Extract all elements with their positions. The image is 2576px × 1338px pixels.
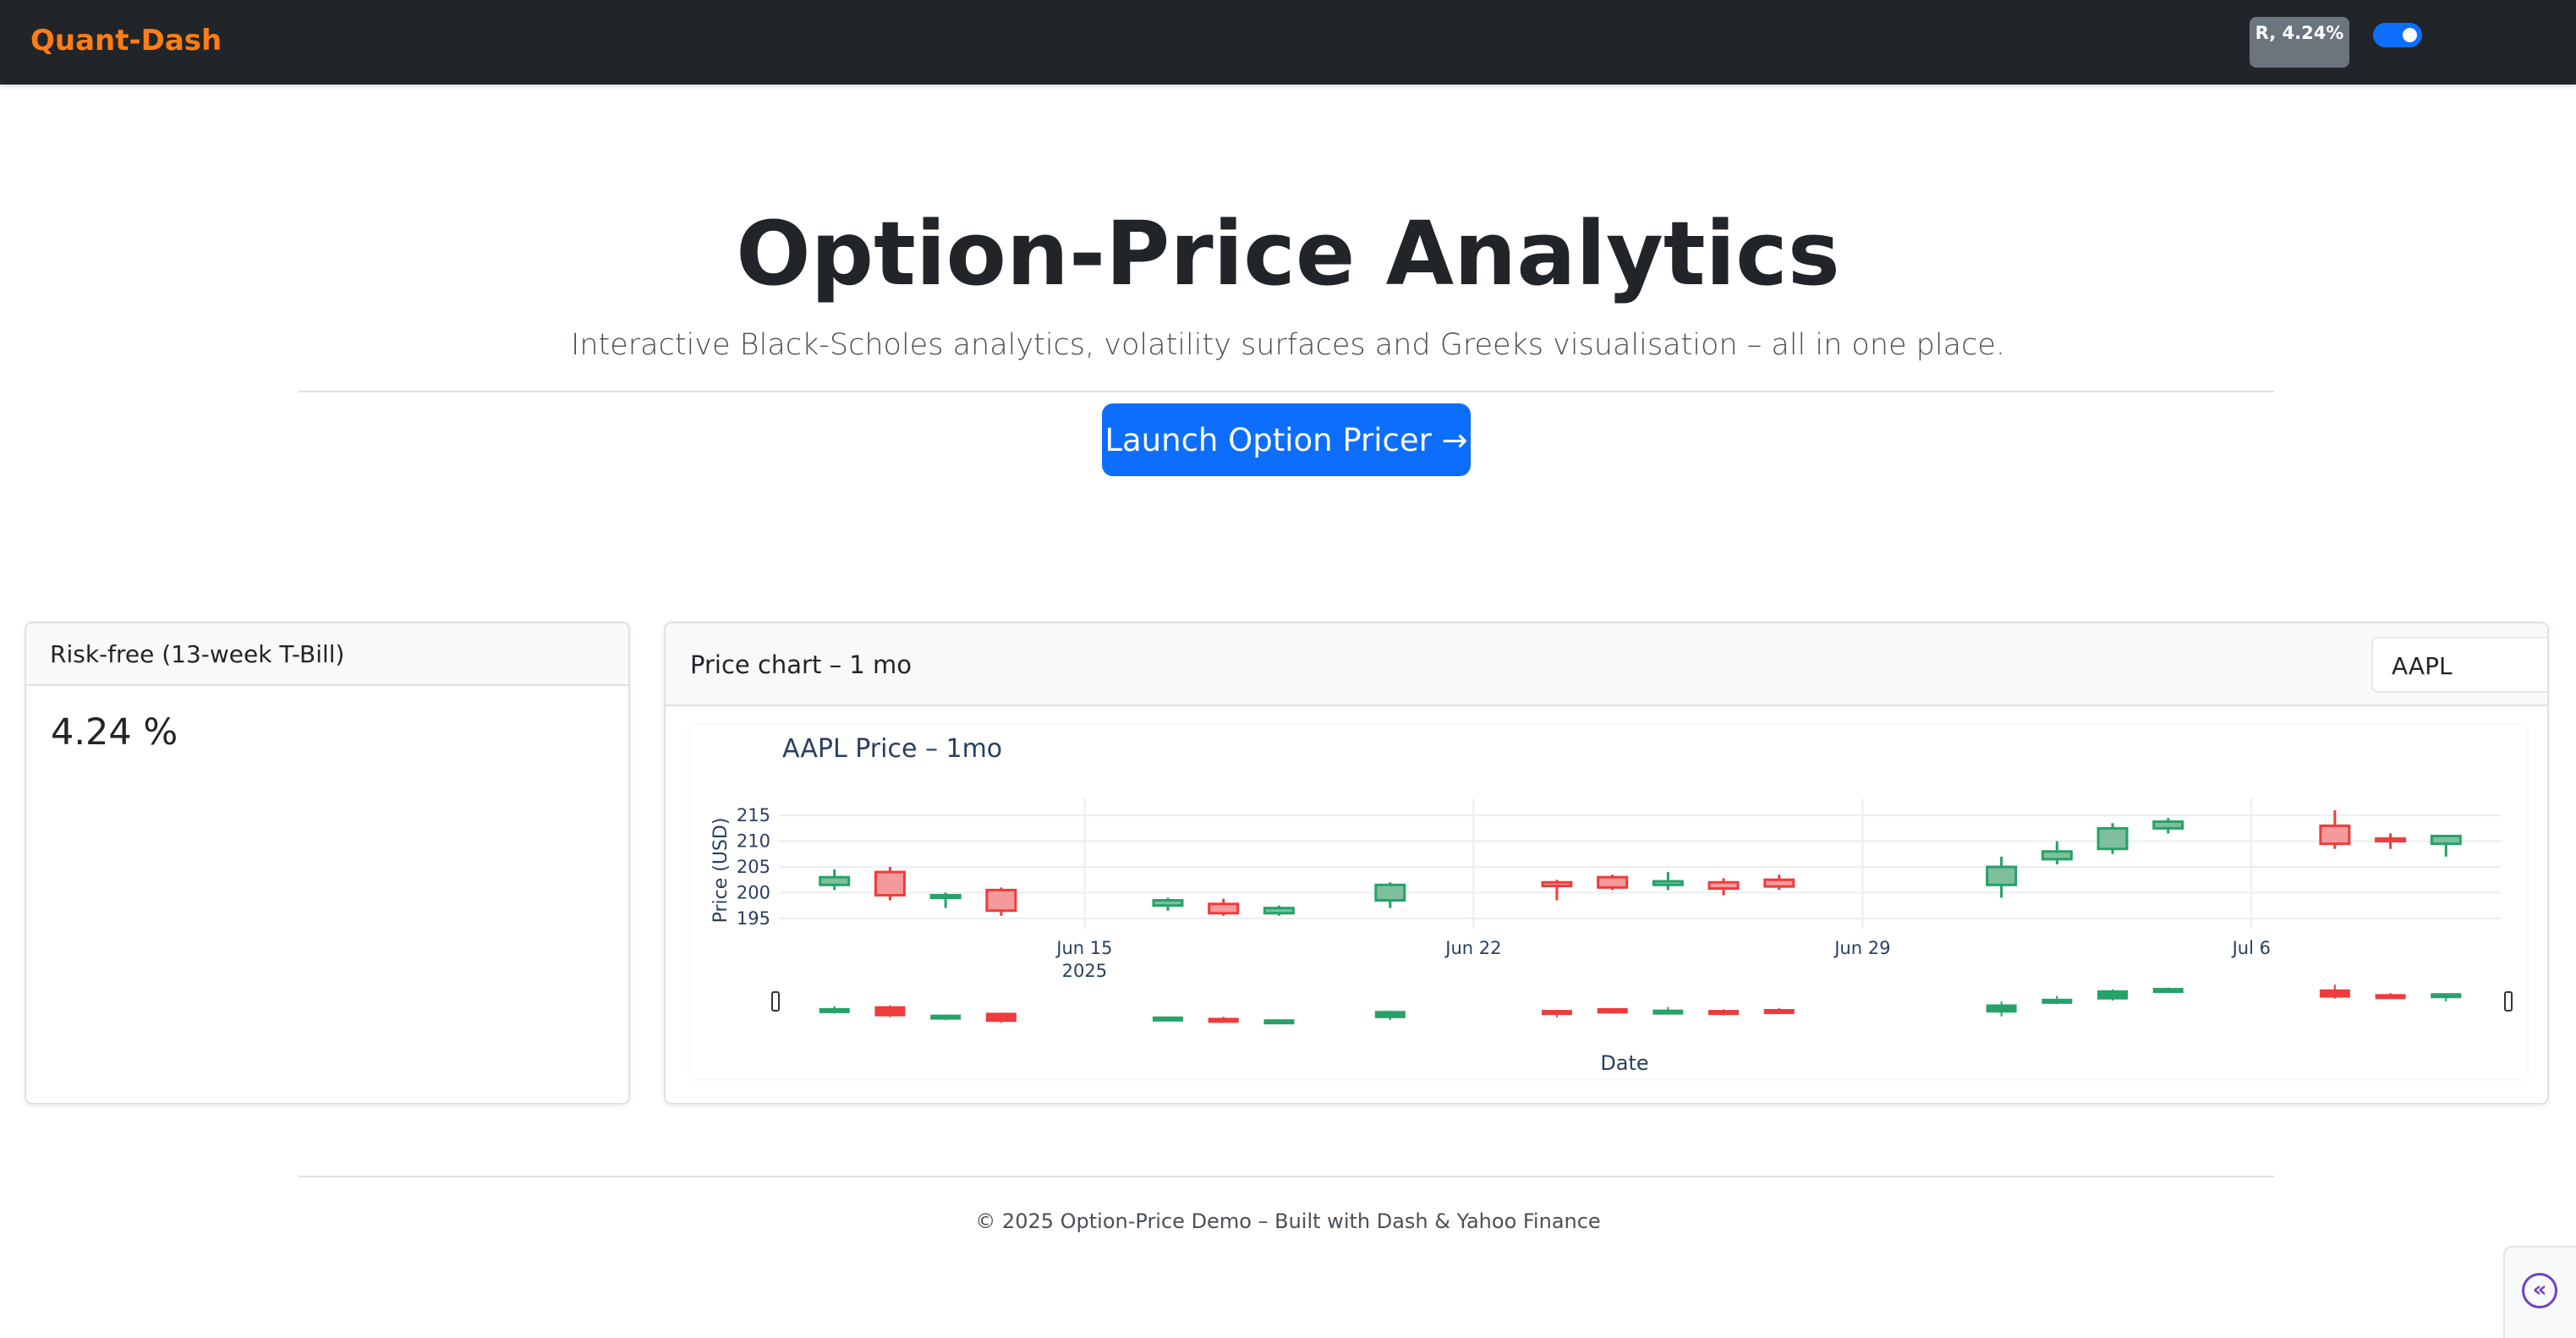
range-slider-right-handle [2504,991,2513,1012]
risk-free-card: Risk-free (13-week T-Bill) 4.24 % [25,622,630,1105]
slider-candle-body [2097,990,2129,1000]
slider-candle-body [1652,1009,1684,1015]
slider-candle-body [1708,1010,1740,1016]
theme-toggle[interactable] [2373,23,2422,47]
slider-candle-body [1263,1019,1295,1025]
footer-text: © 2025 Option-Price Demo – Built with Da… [975,1209,1601,1233]
candle-body [2319,824,2351,846]
x-tick-label: Jul 6 [2231,938,2271,958]
x-tick-label: Jun 22 [1444,938,1501,958]
price-chart-card-title: Price chart – 1 mo [690,650,912,679]
candle-body [2041,850,2073,861]
slider-candle-body [2152,988,2184,994]
slider-candle-body [2319,989,2350,998]
slider-candle-body [1763,1009,1795,1015]
slider-candle-body [1597,1007,1628,1014]
risk-free-rate-badge: R, 4.24% [2250,17,2349,68]
chart-title: AAPL Price – 1mo [782,734,1002,764]
y-tick-label: 205 [737,857,770,877]
navbar: Quant-Dash R, 4.24% [0,0,2576,85]
ticker-input[interactable]: AAPL [2371,637,2547,693]
candle-body [2430,835,2462,846]
slider-candle-body [985,1012,1017,1023]
brand-logo[interactable]: Quant-Dash [30,24,222,58]
y-tick-label: 200 [737,882,770,902]
y-axis-label: Price (USD) [710,818,732,924]
slider-candle-body [1986,1004,2017,1013]
candle-body [929,893,962,899]
slider-candle-body [2042,998,2073,1004]
candle-body [985,888,1017,913]
candle-body [1652,880,1684,886]
slider-candle-body [1374,1011,1406,1018]
footer-divider [299,1176,2274,1177]
candle-body [1707,880,1740,891]
risk-free-card-title: Risk-free (13-week T-Bill) [50,640,345,668]
chevron-double-left-icon: « [2522,1273,2557,1308]
price-chart-card: Price chart – 1 mo AAPL AAPL Price – 1mo… [664,622,2549,1105]
slider-candle-body [1152,1016,1183,1022]
collapse-panel-button[interactable]: « [2503,1246,2576,1338]
x-tick-label: Jun 15 [1055,938,1112,958]
x-tick-label: Jun 29 [1833,938,1890,958]
candle-body [2152,820,2184,830]
candle-body [2375,837,2407,843]
candle-body [2096,826,2129,851]
range-slider-left-handle [771,991,780,1012]
toggle-knob [2403,28,2417,42]
slider-candle-body [1208,1017,1239,1023]
y-tick-label: 215 [737,805,770,825]
risk-free-rate-value: 4.24 % [51,711,178,754]
x-tick-sublabel: 2025 [1062,961,1107,981]
slider-candle-body [2375,994,2406,1000]
slider-candle-body [2431,993,2462,999]
candle-body [874,870,906,897]
x-axis-label: Date [1600,1051,1648,1075]
slider-candle-body [874,1006,906,1017]
launch-option-pricer-button[interactable]: Launch Option Pricer → [1102,403,1471,476]
page-subtitle: Interactive Black-Scholes analytics, vol… [571,328,2005,362]
y-tick-label: 195 [737,908,770,929]
candle-body [1263,907,1295,915]
hero-divider [299,391,2274,392]
candle-body [1152,899,1184,908]
slider-candle-body [1541,1010,1572,1016]
slider-candle-body [819,1007,850,1013]
candle-body [1208,902,1240,915]
candle-body [819,875,851,886]
candle-body [1986,865,2018,886]
candle-body [1597,875,1629,889]
candle-body [1374,883,1406,902]
page-title: Option-Price Analytics [736,202,1840,305]
candle-body [1763,878,1795,888]
price-chart-card-header: Price chart – 1 mo AAPL [666,623,2547,706]
candle-body [1541,880,1573,888]
y-tick-label: 210 [737,831,770,852]
price-chart[interactable]: AAPL Price – 1mo Price (USD) Date 195 200… [691,725,2526,1078]
risk-free-card-header: Risk-free (13-week T-Bill) [26,623,628,686]
slider-candle-body [930,1014,962,1020]
